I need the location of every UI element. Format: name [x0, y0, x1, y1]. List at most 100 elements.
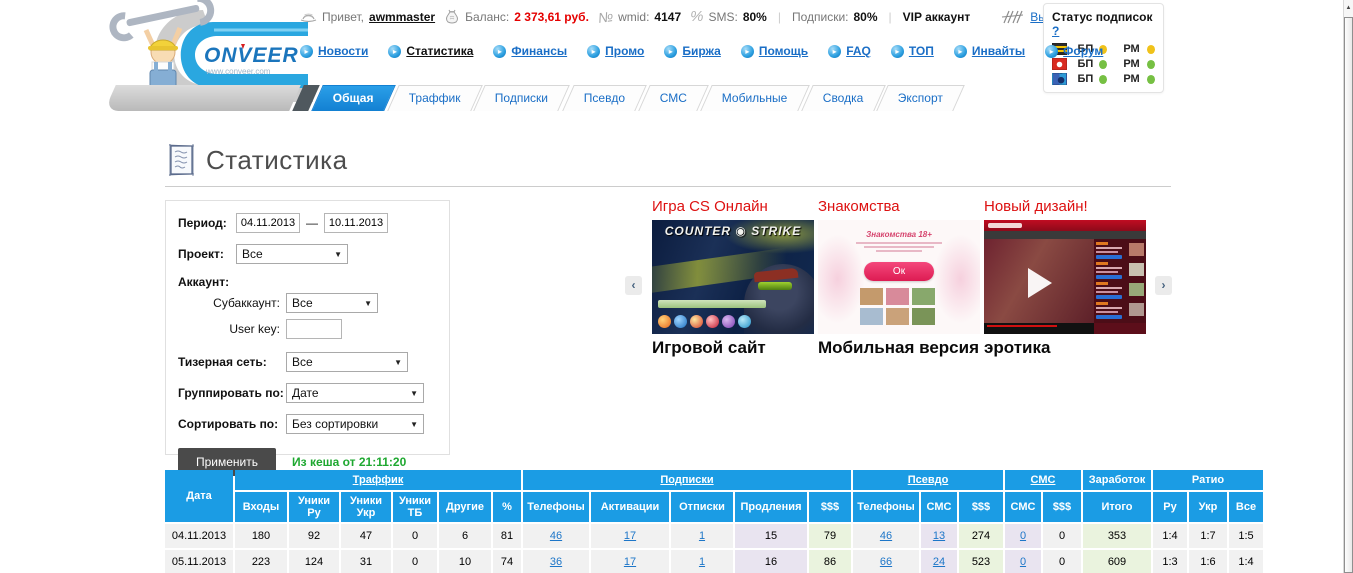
sort-by-select[interactable]: Без сортировки ▼	[286, 414, 424, 434]
data-cell: 1	[671, 524, 733, 548]
cell-link[interactable]: 0	[1020, 556, 1026, 568]
cell-link[interactable]: 66	[880, 556, 892, 568]
nav-item-3[interactable]: ▸ Промо	[587, 44, 644, 58]
data-cell: 1:5	[1229, 524, 1263, 548]
nav-link[interactable]: Форум	[1063, 44, 1103, 58]
arrow-bullet-icon: ▸	[740, 44, 754, 58]
col-header: %	[493, 492, 521, 522]
col-group-header[interactable]: Псевдо	[853, 470, 1003, 490]
rm-label: РМ	[1123, 58, 1140, 70]
nav-link[interactable]: Статистика	[406, 44, 473, 58]
promo-slide-cs[interactable]: Игра CS Онлайн COUNTER ◉ STRIKE Игровой …	[652, 198, 814, 358]
tab-1[interactable]: Траффик	[386, 85, 483, 111]
data-cell: 6	[439, 524, 491, 548]
tab-6[interactable]: Сводка	[800, 85, 885, 111]
data-cell: 124	[289, 550, 339, 573]
nav-item-0[interactable]: ▸ Новости	[300, 44, 368, 58]
group-header-link[interactable]: СМС	[1031, 474, 1056, 486]
sms-value: 80%	[742, 9, 767, 24]
table-row: 05.11.2013 223 124 31 0 10 74 36 17 1 16 86 66 24 523 0…	[165, 550, 1263, 573]
carousel-prev-button[interactable]: ‹	[625, 276, 642, 295]
divider	[165, 186, 1171, 187]
scroll-up-button[interactable]: ▲	[1344, 0, 1353, 16]
userkey-input[interactable]	[286, 319, 342, 339]
carousel-next-button[interactable]: ›	[1155, 276, 1172, 295]
tab-2[interactable]: Подписки	[473, 85, 571, 111]
nav-item-8[interactable]: ▸ Инвайты	[953, 44, 1025, 58]
group-by-label: Группировать по:	[178, 386, 284, 400]
group-header-link[interactable]: Траффик	[353, 474, 404, 486]
status-help-link[interactable]: ?	[1052, 24, 1059, 38]
cell-link[interactable]: 46	[880, 530, 892, 542]
nav-link[interactable]: Биржа	[682, 44, 721, 58]
teaser-select[interactable]: Все ▼	[286, 352, 408, 372]
cell-link[interactable]: 46	[550, 530, 562, 542]
scrollbar-thumb[interactable]	[1344, 17, 1353, 573]
promo-caption: эротика	[984, 338, 1051, 357]
tab-3[interactable]: Псевдо	[561, 85, 647, 111]
nav-link[interactable]: Промо	[605, 44, 644, 58]
separator: |	[888, 9, 892, 24]
browser-icons	[658, 315, 751, 328]
arrow-bullet-icon: ▸	[890, 44, 904, 58]
period-to-input[interactable]	[324, 213, 388, 233]
cell-link[interactable]: 17	[624, 556, 636, 568]
arrow-bullet-icon: ▸	[664, 44, 678, 58]
group-header-link[interactable]: Подписки	[660, 474, 713, 486]
nav-item-4[interactable]: ▸ Биржа	[664, 44, 721, 58]
nav-item-5[interactable]: ▸ Помощь	[740, 44, 808, 58]
nav-item-1[interactable]: ▸ Статистика	[388, 44, 473, 58]
wmid-value: 4147	[654, 9, 682, 24]
username-link[interactable]: awmmaster	[369, 10, 435, 24]
date-cell: 05.11.2013	[165, 550, 233, 573]
tab-5[interactable]: Мобильные	[700, 85, 810, 111]
nav-link[interactable]: ТОП	[909, 44, 934, 58]
subs-label: Подписки:	[791, 9, 849, 24]
arrow-bullet-icon: ▸	[388, 44, 402, 58]
data-cell: 523	[959, 550, 1003, 573]
col-header: $$$	[809, 492, 851, 522]
nav-link[interactable]: Новости	[318, 44, 368, 58]
data-cell: 86	[809, 550, 851, 573]
col-group-header[interactable]: Подписки	[523, 470, 851, 490]
project-select[interactable]: Все ▼	[236, 244, 348, 264]
col-group-header[interactable]: Траффик	[235, 470, 521, 490]
arrow-bullet-icon: ▸	[493, 44, 507, 58]
subaccount-select[interactable]: Все ▼	[286, 293, 378, 313]
nav-item-6[interactable]: ▸ FAQ	[828, 44, 871, 58]
cell-link[interactable]: 36	[550, 556, 562, 568]
data-cell: 0	[1005, 550, 1041, 573]
cell-link[interactable]: 1	[699, 530, 705, 542]
period-from-input[interactable]	[236, 213, 300, 233]
cell-link[interactable]: 1	[699, 556, 705, 568]
group-by-select[interactable]: Дате ▼	[286, 383, 424, 403]
rm-label: РМ	[1123, 43, 1140, 55]
nav-link[interactable]: Финансы	[511, 44, 567, 58]
col-group-header[interactable]: СМС	[1005, 470, 1081, 490]
nav-link[interactable]: Помощь	[759, 44, 808, 58]
cell-link[interactable]: 13	[933, 530, 945, 542]
nav-link[interactable]: FAQ	[846, 44, 871, 58]
group-header-link[interactable]: Псевдо	[908, 474, 949, 486]
tab-0[interactable]: Общая	[311, 85, 396, 111]
status-row-1: БП РМ	[1052, 58, 1155, 70]
col-group-header: Заработок	[1083, 470, 1151, 490]
hat-icon	[300, 13, 317, 23]
tab-4[interactable]: СМС	[638, 85, 709, 111]
status-box-title: Статус подписок	[1052, 10, 1153, 24]
nav-item-2[interactable]: ▸ Финансы	[493, 44, 567, 58]
cell-link[interactable]: 17	[624, 530, 636, 542]
cell-link[interactable]: 24	[933, 556, 945, 568]
tab-bar: Общая Траффик Подписки Псевдо СМС Мобильные Св…	[0, 85, 1353, 111]
tab-7[interactable]: Экспорт	[876, 85, 965, 111]
col-header: Итого	[1083, 492, 1151, 522]
filter-form: Период: — Проект: Все▼ Аккаунт: Субаккау…	[165, 200, 450, 476]
promo-slide-dating[interactable]: Знакомства Знакомства 18+ Ок Мобильная в…	[818, 198, 980, 358]
nav-item-9[interactable]: ▸ Форум	[1045, 44, 1103, 58]
moneybag-icon	[446, 9, 459, 24]
col-header: Уники Укр	[341, 492, 391, 522]
nav-item-7[interactable]: ▸ ТОП	[890, 44, 934, 58]
nav-link[interactable]: Инвайты	[972, 44, 1025, 58]
promo-slide-adult[interactable]: Новый дизайн! эротика	[984, 198, 1146, 358]
cell-link[interactable]: 0	[1020, 530, 1026, 542]
